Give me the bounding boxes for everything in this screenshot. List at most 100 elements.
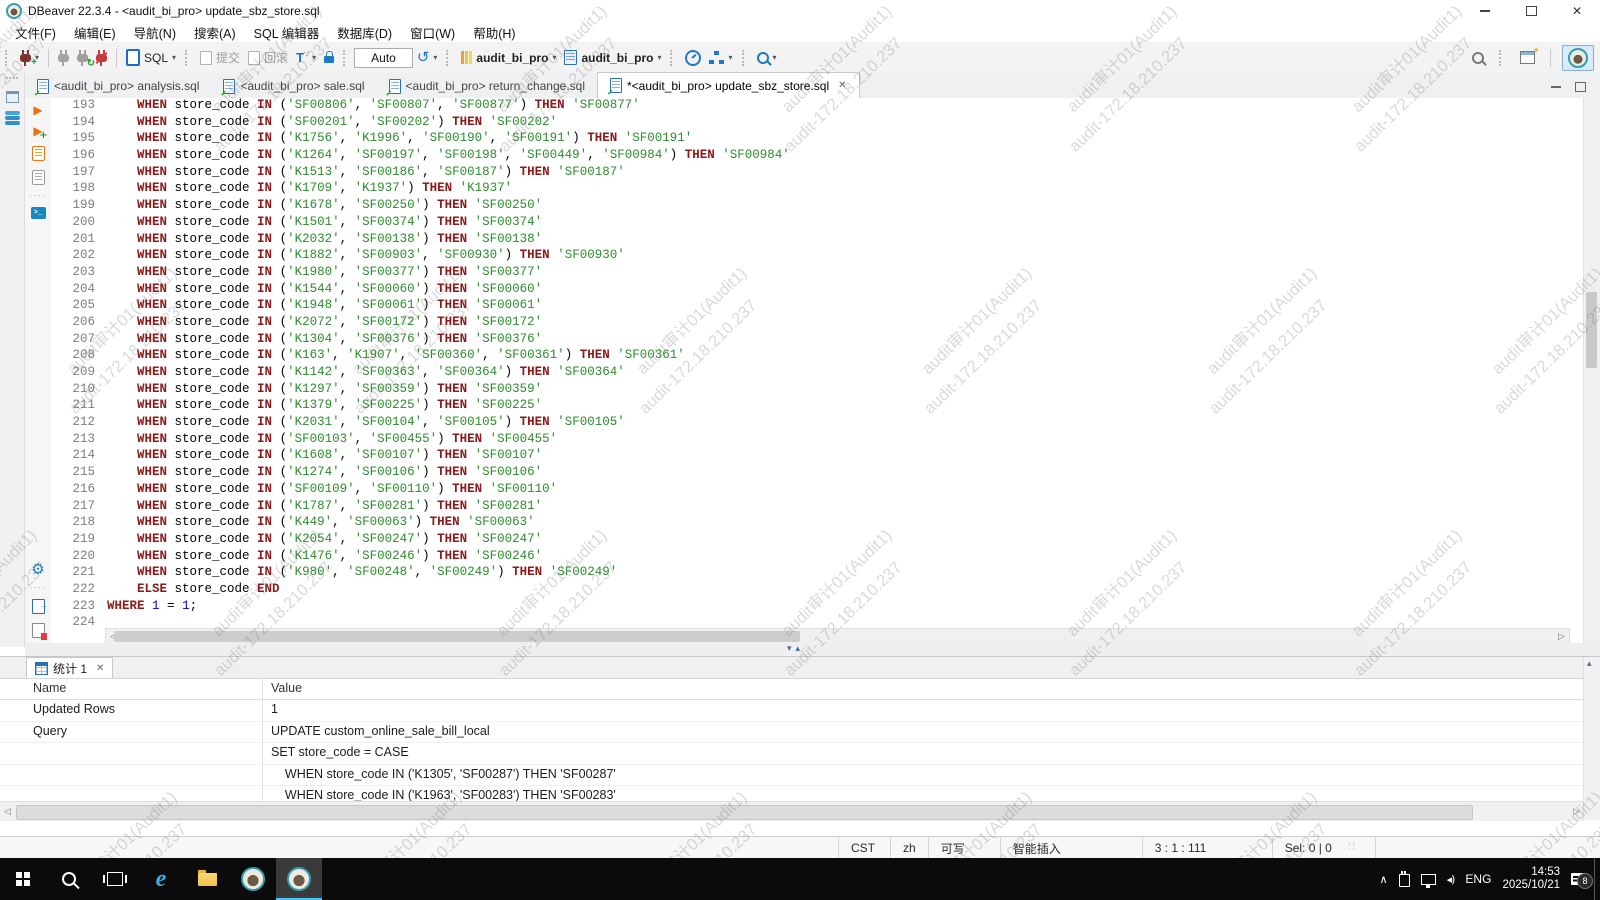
schema-selector[interactable]: audit_bi_pro ▾ xyxy=(560,48,665,67)
editor-tab[interactable]: <audit_bi_pro> analysis.sql xyxy=(25,74,211,98)
status-item[interactable]: CST xyxy=(838,837,890,859)
unsaved-file-icon[interactable] xyxy=(32,623,45,638)
dbeaver-taskbar-button-active[interactable] xyxy=(276,858,322,900)
menu-item[interactable]: 帮助(H) xyxy=(464,23,524,42)
code-line[interactable]: 223WHERE 1 = 1; xyxy=(51,599,1584,616)
clock[interactable]: 14:53 2025/10/21 xyxy=(1502,866,1560,892)
dashboard-button[interactable] xyxy=(681,48,705,68)
code-line[interactable]: 198 WHEN store_code IN ('K1709', 'K1937'… xyxy=(51,181,1584,198)
network-tray-icon[interactable] xyxy=(1421,874,1436,885)
code-line[interactable]: 221 WHEN store_code IN ('K980', 'SF00248… xyxy=(51,565,1584,582)
code-line[interactable]: 214 WHEN store_code IN ('K1608', 'SF0010… xyxy=(51,448,1584,465)
splitter-sash[interactable]: ▾▴ xyxy=(25,643,1600,656)
menu-item[interactable]: 文件(F) xyxy=(6,23,65,42)
code-line[interactable]: 201 WHEN store_code IN ('K2032', 'SF0013… xyxy=(51,232,1584,249)
sql-editor-button[interactable]: SQL ▾ xyxy=(122,47,180,68)
grid-row[interactable]: SET store_code = CASE xyxy=(0,742,1584,764)
results-horizontal-scrollbar[interactable]: ◁ ▷ xyxy=(0,801,1584,821)
statistics-tab[interactable]: 统计 1 ✕ xyxy=(26,657,113,678)
code-line[interactable]: 216 WHEN store_code IN ('SF00109', 'SF00… xyxy=(51,482,1584,499)
sql-console-icon[interactable]: >_ xyxy=(31,207,46,219)
search-button[interactable]: ▾ xyxy=(753,50,781,66)
execute-statement-icon[interactable]: ▶ xyxy=(33,104,42,116)
editor-settings-icon[interactable]: ⚙ xyxy=(31,562,44,577)
scrollbar-thumb[interactable] xyxy=(114,631,800,642)
volume-tray-icon[interactable]: ◂) xyxy=(1447,873,1455,886)
code-line[interactable]: 203 WHEN store_code IN ('K1980', 'SF0037… xyxy=(51,265,1584,282)
reconnect-button[interactable]: ↻ xyxy=(73,52,92,64)
status-item[interactable]: 智能插入 xyxy=(1000,837,1142,859)
code-line[interactable]: 213 WHEN store_code IN ('SF00103', 'SF00… xyxy=(51,432,1584,449)
menu-item[interactable]: 窗口(W) xyxy=(401,23,464,42)
new-connection-button[interactable]: + ▾ xyxy=(16,51,43,64)
code-line[interactable]: 224 xyxy=(51,615,1584,628)
code-line[interactable]: 207 WHEN store_code IN ('K1304', 'SF0037… xyxy=(51,332,1584,349)
code-line[interactable]: 202 WHEN store_code IN ('K1882', 'SF0090… xyxy=(51,248,1584,265)
grid-row[interactable]: QueryUPDATE custom_online_sale_bill_loca… xyxy=(0,721,1584,743)
query-history-button[interactable]: ↺ ▾ xyxy=(413,48,442,67)
open-perspective-button[interactable] xyxy=(1516,49,1539,66)
taskbar-search-button[interactable] xyxy=(46,858,92,900)
results-vertical-scrollbar[interactable]: ▴ xyxy=(1583,657,1600,820)
start-button[interactable] xyxy=(0,858,46,900)
editor-tab[interactable]: *<audit_bi_pro> update_sbz_store.sql✕ xyxy=(597,72,860,98)
code-line[interactable]: 195 WHEN store_code IN ('K1756', 'K1996'… xyxy=(51,131,1584,148)
statistics-grid[interactable]: NameValueUpdated Rows1QueryUPDATE custom… xyxy=(0,678,1584,801)
code-line[interactable]: 194 WHEN store_code IN ('SF00201', 'SF00… xyxy=(51,115,1584,132)
code-line[interactable]: 208 WHEN store_code IN ('K163', 'K1907',… xyxy=(51,348,1584,365)
rollback-button[interactable]: 回滚 xyxy=(244,47,292,68)
input-language-indicator[interactable]: ENG xyxy=(1465,872,1491,886)
status-item[interactable]: Sel: 0 | 0 xyxy=(1272,837,1376,859)
connect-button[interactable] xyxy=(54,52,73,64)
editor-vertical-scrollbar[interactable] xyxy=(1583,98,1600,643)
status-item[interactable]: 可写 xyxy=(928,837,1000,859)
file-explorer-button[interactable] xyxy=(184,858,230,900)
restore-view-icon[interactable] xyxy=(6,91,19,103)
sash-minmax-icons[interactable]: ▾▴ xyxy=(787,644,804,654)
code-line[interactable]: 215 WHEN store_code IN ('K1274', 'SF0010… xyxy=(51,465,1584,482)
editor-tab[interactable]: <audit_bi_pro> return_change.sql xyxy=(377,74,597,98)
code-line[interactable]: 218 WHEN store_code IN ('K449', 'SF00063… xyxy=(51,515,1584,532)
code-line[interactable]: 199 WHEN store_code IN ('K1678', 'SF0025… xyxy=(51,198,1584,215)
tray-expand-icon[interactable]: ∧ xyxy=(1380,873,1388,886)
tab-close-icon[interactable]: ✕ xyxy=(838,80,846,91)
code-line[interactable]: 206 WHEN store_code IN ('K2072', 'SF0017… xyxy=(51,315,1584,332)
scroll-right-icon[interactable]: ▷ xyxy=(1554,629,1569,644)
execute-script-icon[interactable] xyxy=(32,146,45,161)
scroll-left-icon[interactable]: ◁ xyxy=(0,804,15,819)
task-view-button[interactable] xyxy=(92,858,138,900)
code-line[interactable]: 212 WHEN store_code IN ('K2031', 'SF0010… xyxy=(51,415,1584,432)
menu-item[interactable]: SQL 编辑器 xyxy=(245,23,329,42)
scroll-up-icon[interactable]: ▴ xyxy=(1587,659,1592,669)
editor-tab[interactable]: <audit_bi_pro> sale.sql xyxy=(211,74,376,98)
grid-row[interactable]: Updated Rows1 xyxy=(0,699,1584,721)
scrollbar-thumb[interactable] xyxy=(16,805,1473,820)
transaction-log-button[interactable]: T∵ ▾ xyxy=(292,49,320,66)
commit-mode-select[interactable]: Auto xyxy=(354,48,413,68)
grid-row[interactable]: WHEN store_code IN ('K1305', 'SF00287') … xyxy=(0,764,1584,786)
code-line[interactable]: 210 WHEN store_code IN ('K1297', 'SF0035… xyxy=(51,382,1584,399)
maximize-button[interactable] xyxy=(1508,0,1554,22)
database-selector[interactable]: audit_bi_pro ▾ xyxy=(457,49,560,67)
minimize-button[interactable] xyxy=(1462,0,1508,22)
code-line[interactable]: 219 WHEN store_code IN ('K2054', 'SF0024… xyxy=(51,532,1584,549)
execute-in-new-tab-icon[interactable]: ▶+ xyxy=(33,125,42,137)
close-button[interactable]: ✕ xyxy=(1554,0,1600,22)
code-line[interactable]: 209 WHEN store_code IN ('K1142', 'SF0036… xyxy=(51,365,1584,382)
grid-row[interactable]: WHEN store_code IN ('K1963', 'SF00283') … xyxy=(0,785,1584,801)
database-navigator-icon[interactable] xyxy=(5,111,20,125)
commit-button[interactable]: 提交 xyxy=(196,47,244,68)
tab-close-icon[interactable]: ✕ xyxy=(96,663,104,674)
action-center-icon[interactable]: 8 xyxy=(1571,873,1586,885)
status-item[interactable]: zh xyxy=(890,837,928,859)
code-line[interactable]: 220 WHEN store_code IN ('K1476', 'SF0024… xyxy=(51,549,1584,566)
code-line[interactable]: 211 WHEN store_code IN ('K1379', 'SF0022… xyxy=(51,398,1584,415)
code-line[interactable]: 217 WHEN store_code IN ('K1787', 'SF0028… xyxy=(51,499,1584,516)
code-line[interactable]: 205 WHEN store_code IN ('K1948', 'SF0006… xyxy=(51,298,1584,315)
code-line[interactable]: 196 WHEN store_code IN ('K1264', 'SF0019… xyxy=(51,148,1584,165)
code-line[interactable]: 197 WHEN store_code IN ('K1513', 'SF0018… xyxy=(51,165,1584,182)
status-item[interactable]: 3 : 1 : 111 xyxy=(1142,837,1272,859)
export-result-icon[interactable] xyxy=(32,599,45,614)
code-line[interactable]: 204 WHEN store_code IN ('K1544', 'SF0006… xyxy=(51,282,1584,299)
code-line[interactable]: 200 WHEN store_code IN ('K1501', 'SF0037… xyxy=(51,215,1584,232)
